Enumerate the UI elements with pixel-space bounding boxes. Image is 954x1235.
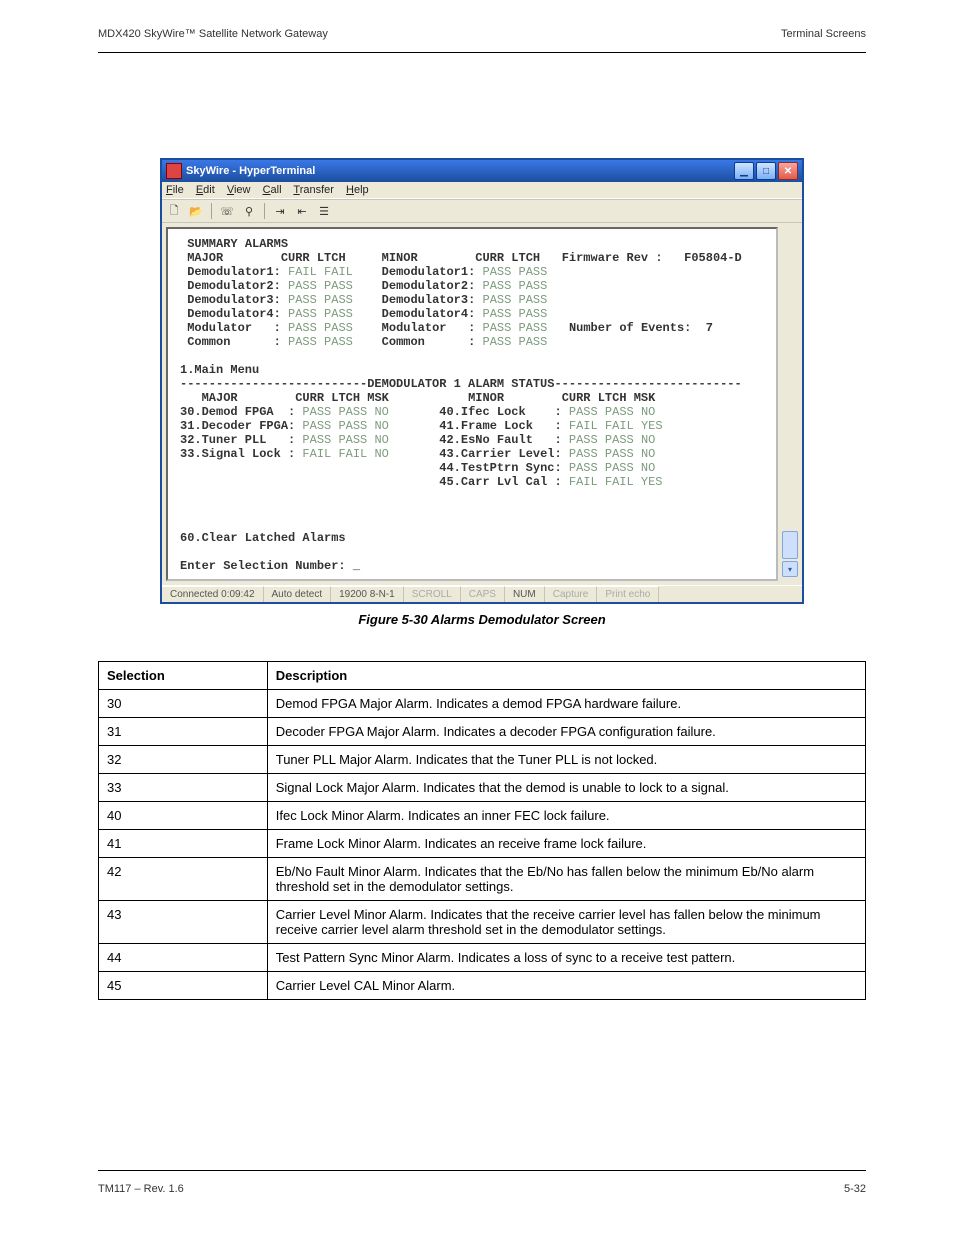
table-row: 30Demod FPGA Major Alarm. Indicates a de… xyxy=(99,690,866,718)
menu-help[interactable]: Help xyxy=(346,184,369,196)
menu-transfer[interactable]: Transfer xyxy=(293,184,334,196)
titlebar[interactable]: SkyWire - HyperTerminal ▁ □ ✕ xyxy=(162,160,802,182)
hyperterminal-window: SkyWire - HyperTerminal ▁ □ ✕ File Edit … xyxy=(160,158,804,604)
table-row: 31Decoder FPGA Major Alarm. Indicates a … xyxy=(99,718,866,746)
menu-call[interactable]: Call xyxy=(263,184,282,196)
cell-description: Frame Lock Minor Alarm. Indicates an rec… xyxy=(267,830,865,858)
cell-description: Test Pattern Sync Minor Alarm. Indicates… xyxy=(267,944,865,972)
terminal-text: SUMMARY ALARMS MAJOR CURR LTCH MINOR CUR… xyxy=(180,237,770,573)
table-row: 40Ifec Lock Minor Alarm. Indicates an in… xyxy=(99,802,866,830)
cell-selection: 43 xyxy=(99,901,268,944)
footer-right: 5-32 xyxy=(844,1183,866,1195)
table-row: 45Carrier Level CAL Minor Alarm. xyxy=(99,972,866,1000)
toolbar-sep xyxy=(211,203,212,219)
cell-description: Carrier Level Minor Alarm. Indicates tha… xyxy=(267,901,865,944)
app-icon xyxy=(166,163,182,179)
status-port: 19200 8-N-1 xyxy=(331,586,404,602)
cell-selection: 40 xyxy=(99,802,268,830)
terminal-area[interactable]: SUMMARY ALARMS MAJOR CURR LTCH MINOR CUR… xyxy=(166,227,778,581)
cell-selection: 32 xyxy=(99,746,268,774)
toolbar-sep xyxy=(264,203,265,219)
cell-description: Demod FPGA Major Alarm. Indicates a demo… xyxy=(267,690,865,718)
col-selection: Selection xyxy=(99,662,268,690)
table-row: 41Frame Lock Minor Alarm. Indicates an r… xyxy=(99,830,866,858)
disconnect-icon[interactable]: ⚲ xyxy=(241,203,257,219)
send-icon[interactable]: ⇥ xyxy=(272,203,288,219)
header-left: MDX420 SkyWire™ Satellite Network Gatewa… xyxy=(98,28,328,40)
minimize-button[interactable]: ▁ xyxy=(734,162,754,180)
scrollbar[interactable]: ▾ xyxy=(782,227,798,581)
cell-description: Eb/No Fault Minor Alarm. Indicates that … xyxy=(267,858,865,901)
cell-selection: 30 xyxy=(99,690,268,718)
cell-description: Signal Lock Major Alarm. Indicates that … xyxy=(267,774,865,802)
scroll-down-icon[interactable]: ▾ xyxy=(782,561,798,577)
cell-description: Carrier Level CAL Minor Alarm. xyxy=(267,972,865,1000)
header-right: Terminal Screens xyxy=(781,28,866,40)
scrollbar-thumb[interactable] xyxy=(782,531,798,559)
close-button[interactable]: ✕ xyxy=(778,162,798,180)
menu-edit[interactable]: Edit xyxy=(196,184,215,196)
statusbar: Connected 0:09:42 Auto detect 19200 8-N-… xyxy=(162,585,802,602)
cell-selection: 44 xyxy=(99,944,268,972)
status-capture: Capture xyxy=(545,586,598,602)
table-row: 32Tuner PLL Major Alarm. Indicates that … xyxy=(99,746,866,774)
cell-selection: 42 xyxy=(99,858,268,901)
maximize-button[interactable]: □ xyxy=(756,162,776,180)
description-table: Selection Description 30Demod FPGA Major… xyxy=(98,661,866,1000)
cell-selection: 45 xyxy=(99,972,268,1000)
window-title: SkyWire - HyperTerminal xyxy=(186,165,734,177)
footer-left: TM117 – Rev. 1.6 xyxy=(98,1183,184,1195)
status-connected: Connected 0:09:42 xyxy=(162,586,264,602)
cell-selection: 31 xyxy=(99,718,268,746)
header-rule xyxy=(98,52,866,53)
table-row: 44Test Pattern Sync Minor Alarm. Indicat… xyxy=(99,944,866,972)
properties-icon[interactable]: ☰ xyxy=(316,203,332,219)
table-row: 33Signal Lock Major Alarm. Indicates tha… xyxy=(99,774,866,802)
cell-selection: 33 xyxy=(99,774,268,802)
table-row: 43Carrier Level Minor Alarm. Indicates t… xyxy=(99,901,866,944)
footer-rule xyxy=(98,1170,866,1171)
menu-file[interactable]: File xyxy=(166,184,184,196)
figure-caption: Figure 5-30 Alarms Demodulator Screen xyxy=(98,612,866,627)
status-num: NUM xyxy=(505,586,545,602)
connect-icon[interactable]: ☏ xyxy=(219,203,235,219)
new-icon[interactable]: 🗋 xyxy=(166,203,182,219)
receive-icon[interactable]: ⇤ xyxy=(294,203,310,219)
status-scroll: SCROLL xyxy=(404,586,461,602)
status-autodetect: Auto detect xyxy=(264,586,332,602)
status-printecho: Print echo xyxy=(597,586,659,602)
toolbar: 🗋 📂 ☏ ⚲ ⇥ ⇤ ☰ xyxy=(162,199,802,223)
cell-description: Tuner PLL Major Alarm. Indicates that th… xyxy=(267,746,865,774)
open-icon[interactable]: 📂 xyxy=(188,203,204,219)
status-caps: CAPS xyxy=(461,586,505,602)
cell-description: Decoder FPGA Major Alarm. Indicates a de… xyxy=(267,718,865,746)
table-row: 42Eb/No Fault Minor Alarm. Indicates tha… xyxy=(99,858,866,901)
col-description: Description xyxy=(267,662,865,690)
menu-view[interactable]: View xyxy=(227,184,251,196)
cell-description: Ifec Lock Minor Alarm. Indicates an inne… xyxy=(267,802,865,830)
cell-selection: 41 xyxy=(99,830,268,858)
menubar: File Edit View Call Transfer Help xyxy=(162,182,802,199)
